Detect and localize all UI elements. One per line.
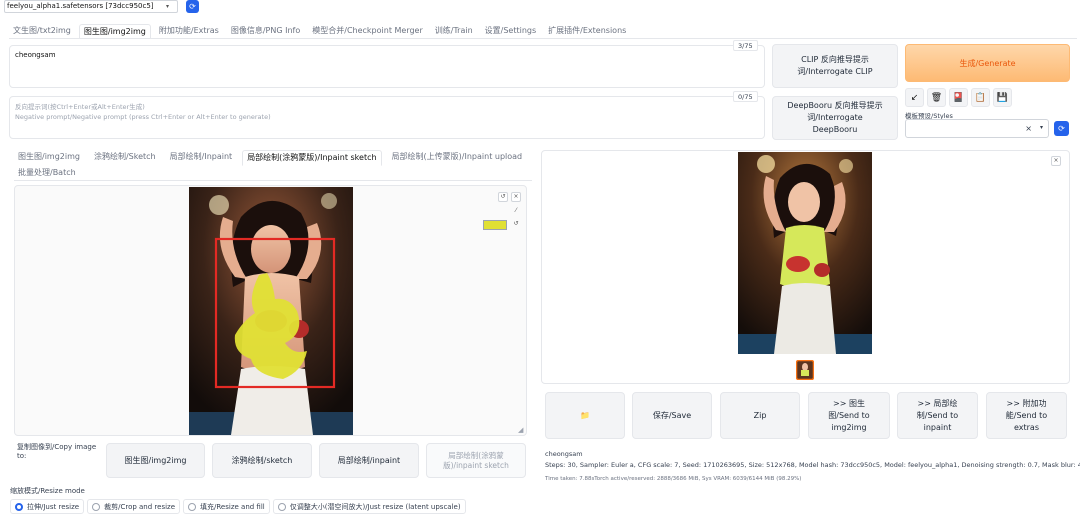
refresh-styles-button[interactable]: ⟳ [1054,121,1069,136]
styles-clear-icon[interactable]: × [1025,124,1032,133]
subtab-inpaint[interactable]: 局部绘制/Inpaint [166,150,237,166]
tab-divider [9,38,1077,39]
close-icon: × [1053,157,1059,164]
arrow-icon: ↙ [910,92,919,103]
resize-mode-radio-group: 拉伸/Just resize 裁剪/Crop and resize 填充/Res… [10,499,469,514]
resize-option-crop[interactable]: 裁剪/Crop and resize [87,499,181,514]
tab-txt2img[interactable]: 文生图/txt2img [9,24,75,39]
resize-option-label: 仅调整大小(潜空间放大)/Just resize (latent upscale… [289,502,461,511]
tab-extras[interactable]: 附加功能/Extras [155,24,223,39]
negative-prompt-textarea[interactable]: 反向提示词(按Ctrl+Enter或Alt+Enter生成) Negative … [9,96,765,139]
tab-png-info[interactable]: 图像信息/PNG Info [227,24,304,39]
generation-params: Steps: 30, Sampler: Euler a, CFG scale: … [545,461,1080,469]
main-tabs: 文生图/txt2img 图生图/img2img 附加功能/Extras 图像信息… [9,24,634,39]
radio-selected-icon [15,502,23,511]
trash-button[interactable]: 🗑 [927,88,946,107]
copy-to-inpaint-sketch-button[interactable]: 局部绘制(涂鸦蒙版)/inpaint sketch [426,443,526,478]
copy-image-label: 复制图像到/Copy image to: [17,443,97,460]
negative-prompt-placeholder-2: Negative prompt/Negative prompt (press C… [15,113,271,121]
generate-button[interactable]: 生成/Generate [905,44,1070,82]
tab-settings[interactable]: 设置/Settings [481,24,541,39]
radio-icon [92,502,101,511]
model-select-value: feelyou_alpha1.safetensors [73dcc950c5] [7,2,154,10]
prompt-token-counter: 3/75 [733,40,758,51]
negative-prompt-placeholder-1: 反向提示词(按Ctrl+Enter或Alt+Enter生成) [15,103,145,111]
interrogate-deepbooru-button[interactable]: DeepBooru 反向推导提示词/Interrogate DeepBooru [772,96,898,140]
copy-to-inpaint-button[interactable]: 局部绘制/inpaint [319,443,419,478]
brush-size-button[interactable]: ⁄ [511,207,521,217]
resize-option-label: 拉伸/Just resize [27,502,80,511]
radio-icon [188,502,197,511]
send-to-img2img-button[interactable]: >> 图生图/Send to img2img [808,392,890,439]
refresh-models-button[interactable]: ⟳ [186,0,199,13]
save-style-button[interactable]: 💾 [993,88,1012,107]
output-thumbnail[interactable] [796,360,814,380]
chevron-down-icon: ▾ [165,3,169,10]
subtab-inpaint-upload[interactable]: 局部绘制(上传蒙版)/Inpaint upload [388,150,527,166]
apply-style-button[interactable]: 📋 [971,88,990,107]
send-to-extras-button[interactable]: >> 附加功能/Send to extras [986,392,1067,439]
subtab-img2img[interactable]: 图生图/img2img [14,150,84,166]
resize-option-label: 填充/Resize and fill [200,502,265,511]
tab-checkpoint-merger[interactable]: 模型合并/Checkpoint Merger [308,24,427,39]
resize-option-just-resize[interactable]: 拉伸/Just resize [10,499,85,514]
img2img-subtabs: 图生图/img2img 涂鸦绘制/Sketch 局部绘制/Inpaint 局部绘… [14,150,526,166]
send-to-inpaint-button[interactable]: >> 局部绘制/Send to inpaint [897,392,978,439]
tab-img2img[interactable]: 图生图/img2img [78,24,151,39]
subtab-sketch[interactable]: 涂鸦绘制/Sketch [90,150,160,166]
resize-handle-icon[interactable]: ◢ [518,426,523,434]
prompt-value: cheongsam [15,51,56,59]
canvas-close-button[interactable]: × [511,192,521,202]
brush-icon: ⁄ [515,207,517,214]
extra-networks-button[interactable]: 🎴 [949,88,968,107]
zip-button[interactable]: Zip [720,392,800,439]
generation-time: Time taken: 7.88sTorch active/reserved: … [545,476,802,482]
negative-token-counter: 0/75 [733,91,758,102]
close-icon: × [513,193,519,200]
floppy-icon: 💾 [996,92,1009,103]
trash-icon: 🗑 [930,92,943,103]
source-image[interactable] [189,187,353,435]
generation-prompt: cheongsam [545,450,583,458]
interrogate-clip-button[interactable]: CLIP 反向推导提示词/Interrogate CLIP [772,44,898,88]
chevron-down-icon: ▾ [1039,124,1043,131]
resize-option-latent[interactable]: 仅调整大小(潜空间放大)/Just resize (latent upscale… [272,499,466,514]
read-params-button[interactable]: ↙ [905,88,924,107]
copy-to-img2img-button[interactable]: 图生图/img2img [106,443,205,478]
refresh-icon: ⟳ [189,2,196,11]
prompt-textarea[interactable]: cheongsam [9,45,765,88]
radio-icon [277,502,286,511]
brush-color-swatch[interactable] [483,220,507,230]
subtab-batch[interactable]: 批量处理/Batch [14,166,80,180]
subtab-inpaint-sketch[interactable]: 局部绘制(涂鸦蒙版)/Inpaint sketch [242,150,382,166]
styles-dropdown[interactable]: × ▾ [905,119,1049,138]
tab-train[interactable]: 训练/Train [431,24,477,39]
clipboard-icon: 📋 [974,92,987,103]
resize-option-fill[interactable]: 填充/Resize and fill [183,499,270,514]
undo-button[interactable]: ↺ [498,192,508,202]
save-button[interactable]: 保存/Save [632,392,712,439]
resize-option-label: 裁剪/Crop and resize [104,502,176,511]
copy-to-sketch-button[interactable]: 涂鸦绘制/sketch [212,443,312,478]
palette-icon: ↺ [513,220,519,227]
model-select[interactable]: feelyou_alpha1.safetensors [73dcc950c5] … [4,0,178,13]
output-image[interactable] [738,152,872,354]
color-reset-button[interactable]: ↺ [511,220,521,230]
subtab-divider [14,180,532,181]
card-icon: 🎴 [952,92,965,103]
refresh-icon: ⟳ [1058,124,1065,133]
tab-extensions[interactable]: 扩展插件/Extensions [544,24,630,39]
resize-mode-label: 缩放模式/Resize mode [10,487,85,495]
gallery-close-button[interactable]: × [1051,156,1061,166]
open-folder-button[interactable]: 📁 [545,392,625,439]
undo-icon: ↺ [500,193,506,200]
folder-icon: 📁 [580,410,590,420]
